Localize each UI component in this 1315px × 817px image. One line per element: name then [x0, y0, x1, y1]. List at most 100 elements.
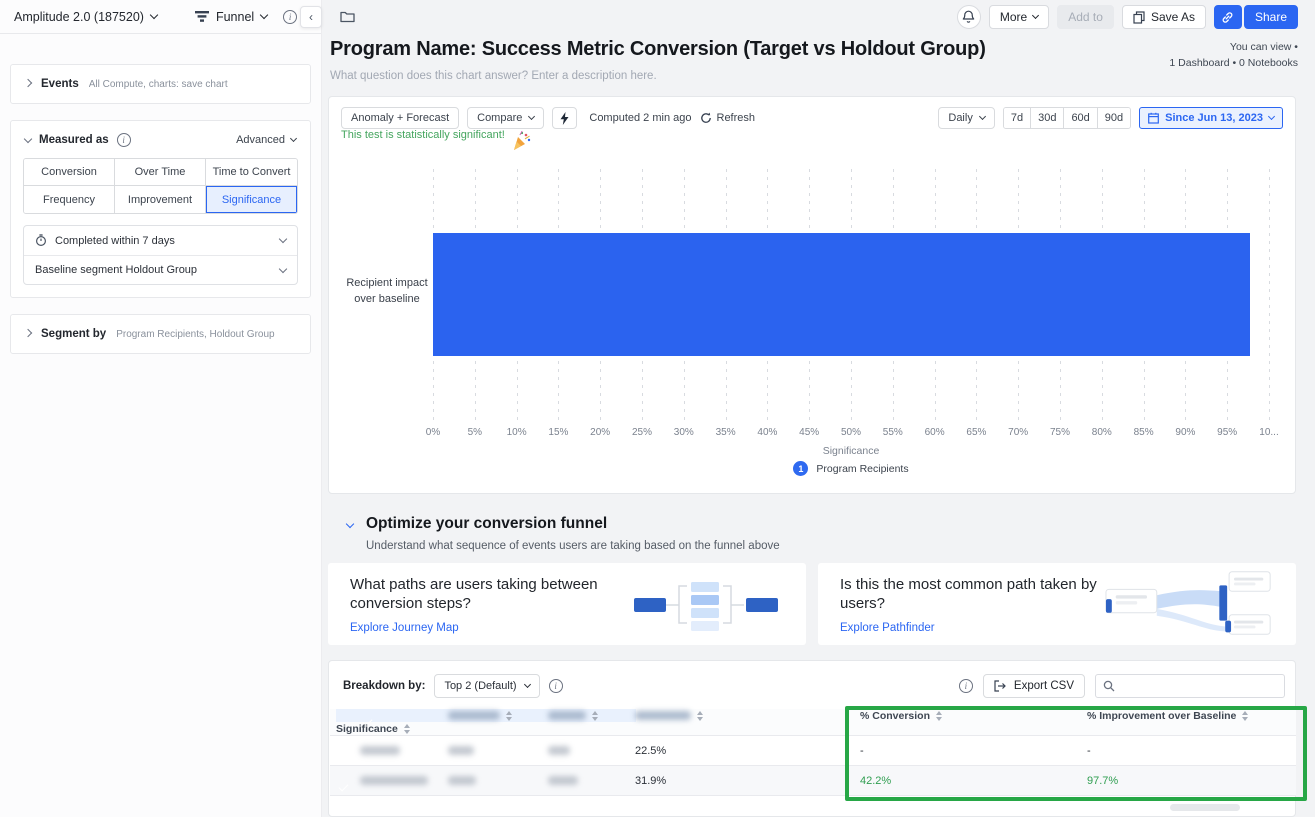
x-tick: 60%	[925, 427, 945, 438]
header-segment-redacted[interactable]	[448, 711, 548, 721]
compare-label: Compare	[477, 112, 522, 124]
compare-button[interactable]: Compare	[467, 107, 544, 129]
table-search[interactable]	[1095, 674, 1285, 698]
search-icon	[1103, 680, 1115, 692]
cell-significance: -	[1087, 745, 1297, 757]
redacted-cell	[448, 776, 476, 785]
cell-conversion: 31.9%	[635, 775, 860, 787]
breakdown-toolbar: Breakdown by: Top 2 (Default) i	[343, 674, 563, 698]
measured-as-header[interactable]: Measured as i Advanced	[23, 131, 298, 147]
sort-icon	[936, 711, 942, 721]
sidebar-collapse-button[interactable]: ‹	[300, 6, 322, 28]
redacted-cell	[548, 776, 578, 785]
completed-within-row[interactable]: Completed within 7 days	[24, 226, 297, 255]
folder-icon[interactable]	[340, 10, 355, 23]
baseline-segment-row[interactable]: Baseline segment Holdout Group	[24, 255, 297, 284]
segment-by-header[interactable]: Segment by Program Recipients, Holdout G…	[11, 315, 310, 353]
completed-within-label: Completed within 7 days	[55, 235, 175, 247]
page-title[interactable]: Program Name: Success Metric Conversion …	[330, 38, 986, 61]
events-panel-header[interactable]: Events All Compute, charts: save chart	[11, 65, 310, 103]
add-to-button[interactable]: Add to	[1057, 5, 1114, 29]
info-icon[interactable]: i	[549, 679, 563, 693]
advanced-toggle[interactable]: Advanced	[236, 134, 296, 146]
header-conversion-redacted[interactable]	[635, 711, 860, 721]
date-range-picker[interactable]: Since Jun 13, 2023	[1139, 107, 1283, 129]
export-icon	[994, 680, 1007, 692]
quick-insights-button[interactable]	[552, 107, 577, 129]
cell-significance: 97.7%	[1087, 775, 1297, 787]
segment-by-summary: Program Recipients, Holdout Group	[116, 329, 274, 340]
option-improvement[interactable]: Improvement	[115, 186, 206, 213]
computed-status: Computed 2 min ago	[589, 112, 691, 124]
measured-as-panel: Measured as i Advanced Conversion Over T…	[10, 120, 311, 298]
breakdown-selector[interactable]: Top 2 (Default)	[434, 674, 539, 698]
explore-pathfinder-link[interactable]: Explore Pathfinder	[840, 622, 935, 634]
info-icon[interactable]: i	[959, 679, 973, 693]
copy-link-button[interactable]	[1214, 5, 1242, 29]
party-popper-icon	[510, 130, 532, 152]
info-icon[interactable]: i	[283, 10, 297, 24]
share-button[interactable]: Share	[1244, 5, 1298, 29]
x-tick: 55%	[883, 427, 903, 438]
option-conversion[interactable]: Conversion	[24, 159, 115, 186]
collapse-chevron: ‹	[309, 10, 313, 24]
info-icon[interactable]: i	[117, 133, 131, 147]
search-input[interactable]	[1121, 680, 1277, 692]
range-30d[interactable]: 30d	[1030, 108, 1063, 128]
collapse-section-chevron[interactable]	[346, 520, 354, 528]
chart-type-selector[interactable]: Funnel	[195, 10, 267, 24]
range-90d[interactable]: 90d	[1097, 108, 1130, 128]
x-tick: 90%	[1175, 427, 1195, 438]
range-60d[interactable]: 60d	[1063, 108, 1096, 128]
significance-banner: This test is statistically significant!	[341, 129, 532, 152]
calendar-icon	[1148, 112, 1159, 124]
x-tick: 5%	[468, 427, 482, 438]
interval-select[interactable]: Daily	[938, 107, 994, 129]
measured-as-options: Conversion Over Time Time to Convert Fre…	[23, 158, 298, 214]
x-tick: 15%	[548, 427, 568, 438]
header-pct-conversion[interactable]: % Conversion	[860, 710, 1087, 722]
option-frequency[interactable]: Frequency	[24, 186, 115, 213]
segment-by-title: Segment by	[41, 328, 106, 340]
project-selector[interactable]: Amplitude 2.0 (187520)	[14, 10, 157, 24]
chevron-down-icon	[979, 113, 986, 120]
chevron-down-icon	[279, 264, 287, 272]
chevron-right-icon	[24, 328, 32, 336]
range-7d[interactable]: 7d	[1004, 108, 1030, 128]
anomaly-forecast-button[interactable]: Anomaly + Forecast	[341, 107, 459, 129]
journey-map-question: What paths are users taking between conv…	[350, 575, 620, 613]
export-csv-button[interactable]: Export CSV	[983, 674, 1085, 698]
header-count-redacted[interactable]	[548, 711, 635, 721]
header-significance[interactable]: Significance	[336, 723, 360, 735]
cell-conversion: 22.5%	[635, 745, 860, 757]
option-over-time[interactable]: Over Time	[115, 159, 206, 186]
save-as-label: Save As	[1151, 10, 1195, 24]
legend-series-dot[interactable]: 1	[793, 461, 808, 476]
explore-journey-map-link[interactable]: Explore Journey Map	[350, 622, 459, 634]
pathfinder-illustration	[1104, 569, 1272, 639]
events-title: Events	[41, 78, 79, 90]
refresh-button[interactable]: Refresh	[700, 112, 756, 124]
chevron-down-icon	[528, 113, 535, 120]
y-category-label: Recipient impact over baseline	[345, 275, 429, 307]
chevron-down-icon	[290, 135, 297, 142]
redacted-cell	[360, 776, 428, 785]
usage-label: 1 Dashboard • 0 Notebooks	[1169, 55, 1298, 71]
optimize-title: Optimize your conversion funnel	[366, 515, 607, 533]
more-label: More	[1000, 10, 1027, 24]
sidebar-panels: Events All Compute, charts: save chart M…	[0, 34, 321, 354]
more-button[interactable]: More	[989, 5, 1049, 29]
plot-area	[433, 169, 1269, 423]
pathfinder-card: Is this the most common path taken by us…	[818, 563, 1296, 645]
description-input[interactable]: What question does this chart answer? En…	[330, 70, 657, 82]
header-pct-improvement[interactable]: % Improvement over Baseline	[1087, 710, 1297, 722]
save-as-button[interactable]: Save As	[1122, 5, 1206, 29]
funnel-icon	[195, 10, 209, 23]
notifications-button[interactable]	[957, 5, 981, 29]
pathfinder-question: Is this the most common path taken by us…	[840, 575, 1104, 613]
option-significance-selected[interactable]: Significance	[206, 186, 297, 213]
sidebar-topbar: Amplitude 2.0 (187520) Funnel i	[0, 0, 321, 34]
legend-series-label[interactable]: Program Recipients	[816, 463, 908, 475]
horizontal-scrollbar-thumb[interactable]	[1170, 804, 1240, 811]
option-time-to-convert[interactable]: Time to Convert	[206, 159, 297, 186]
